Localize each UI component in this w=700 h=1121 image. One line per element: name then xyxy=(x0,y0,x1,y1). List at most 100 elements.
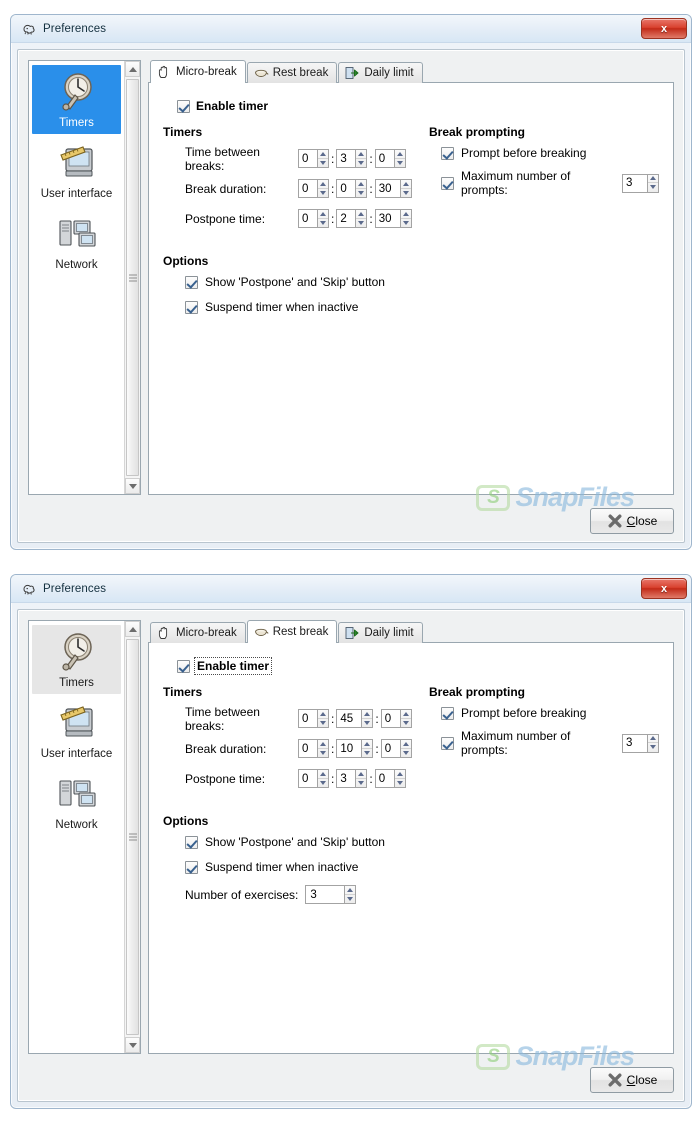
prompt-before-breaking-checkbox[interactable] xyxy=(441,706,454,720)
hours-value[interactable]: 0 xyxy=(298,179,318,198)
stepper-buttons[interactable] xyxy=(356,149,368,168)
scroll-down-button[interactable] xyxy=(125,1037,140,1053)
sidebar-item-network[interactable]: Network xyxy=(32,207,121,276)
time-between-breaks-seconds-stepper[interactable]: 0 xyxy=(380,709,412,728)
minutes-value[interactable]: 10 xyxy=(336,739,363,758)
stepper-buttons[interactable] xyxy=(400,709,412,728)
seconds-value[interactable]: 30 xyxy=(374,209,401,228)
seconds-value[interactable]: 0 xyxy=(374,149,395,168)
time-between-breaks-hours-stepper[interactable]: 0 xyxy=(298,709,329,728)
postpone-time-minutes-stepper[interactable]: 3 xyxy=(336,769,368,788)
seconds-value[interactable]: 0 xyxy=(380,709,401,728)
stepper-buttons[interactable] xyxy=(394,149,406,168)
maximum-number-of-prompts-row[interactable]: Maximum number of prompts: 3 xyxy=(441,169,659,197)
time-between-breaks-minutes-stepper[interactable]: 3 xyxy=(336,149,368,168)
minutes-value[interactable]: 45 xyxy=(336,709,363,728)
seconds-value[interactable]: 0 xyxy=(380,739,401,758)
stepper-buttons[interactable] xyxy=(362,709,374,728)
minutes-value[interactable]: 0 xyxy=(336,179,357,198)
seconds-value[interactable]: 0 xyxy=(374,769,395,788)
sidebar-item-timers[interactable]: Timers xyxy=(32,625,121,694)
show-postpone-skip-checkbox[interactable] xyxy=(185,275,198,289)
hours-value[interactable]: 0 xyxy=(298,709,318,728)
enable-timer-checkbox[interactable] xyxy=(177,99,190,113)
sidebar-item-user-interface[interactable]: User interface xyxy=(32,696,121,765)
tab-rest-break[interactable]: Rest break xyxy=(246,62,338,83)
stepper-buttons[interactable] xyxy=(394,769,406,788)
scrollbar-thumb[interactable] xyxy=(126,639,139,1035)
prompt-before-breaking-checkbox[interactable] xyxy=(441,146,454,160)
sidebar-item-timers[interactable]: Timers xyxy=(32,65,121,134)
break-duration-seconds-stepper[interactable]: 30 xyxy=(374,179,412,198)
seconds-value[interactable]: 30 xyxy=(374,179,401,198)
close-button[interactable]: Close xyxy=(590,508,674,534)
show-postpone-skip-checkbox[interactable] xyxy=(185,835,198,849)
break-duration-seconds-stepper[interactable]: 0 xyxy=(380,739,412,758)
maximum-number-of-prompts-stepper[interactable]: 3 xyxy=(622,733,659,753)
stepper-buttons[interactable] xyxy=(400,739,412,758)
stepper-buttons[interactable] xyxy=(400,179,412,198)
hours-value[interactable]: 0 xyxy=(298,209,318,228)
stepper-buttons[interactable] xyxy=(345,885,357,904)
scroll-up-button[interactable] xyxy=(125,61,140,77)
tab-daily-limit[interactable]: Daily limit xyxy=(338,622,423,643)
maximum-number-of-prompts-row[interactable]: Maximum number of prompts: 3 xyxy=(441,729,659,757)
minutes-value[interactable]: 2 xyxy=(336,209,357,228)
stepper-buttons[interactable] xyxy=(648,173,659,193)
max-prompts-value[interactable]: 3 xyxy=(622,733,648,753)
hours-value[interactable]: 0 xyxy=(298,739,318,758)
break-duration-hours-stepper[interactable]: 0 xyxy=(298,739,329,758)
stepper-buttons[interactable] xyxy=(318,179,329,198)
break-duration-minutes-stepper[interactable]: 0 xyxy=(336,179,368,198)
sidebar-item-network[interactable]: Network xyxy=(32,767,121,836)
prompt-before-breaking-row[interactable]: Prompt before breaking xyxy=(441,146,659,160)
stepper-buttons[interactable] xyxy=(400,209,412,228)
tab-daily-limit[interactable]: Daily limit xyxy=(338,62,423,83)
tab-micro-break[interactable]: Micro-break xyxy=(150,622,246,643)
time-between-breaks-seconds-stepper[interactable]: 0 xyxy=(374,149,406,168)
show-postpone-skip-row[interactable]: Show 'Postpone' and 'Skip' button xyxy=(185,275,659,289)
postpone-time-minutes-stepper[interactable]: 2 xyxy=(336,209,368,228)
sidebar-scrollbar[interactable] xyxy=(124,61,140,494)
maximum-number-of-prompts-stepper[interactable]: 3 xyxy=(622,173,659,193)
enable-timer-row[interactable]: Enable timer xyxy=(177,657,659,675)
scroll-down-button[interactable] xyxy=(125,478,140,494)
show-postpone-skip-row[interactable]: Show 'Postpone' and 'Skip' button xyxy=(185,835,659,849)
stepper-buttons[interactable] xyxy=(356,769,368,788)
suspend-timer-inactive-row[interactable]: Suspend timer when inactive xyxy=(185,860,659,874)
postpone-time-seconds-stepper[interactable]: 0 xyxy=(374,769,406,788)
stepper-buttons[interactable] xyxy=(362,739,374,758)
stepper-buttons[interactable] xyxy=(648,733,659,753)
number-of-exercises-stepper[interactable]: 3 xyxy=(305,885,357,904)
prompt-before-breaking-row[interactable]: Prompt before breaking xyxy=(441,706,659,720)
scrollbar-track[interactable] xyxy=(125,637,140,1037)
minutes-value[interactable]: 3 xyxy=(336,769,357,788)
stepper-buttons[interactable] xyxy=(356,179,368,198)
scrollbar-thumb[interactable] xyxy=(126,79,139,476)
tab-micro-break[interactable]: Micro-break xyxy=(150,60,246,83)
break-duration-hours-stepper[interactable]: 0 xyxy=(298,179,329,198)
sidebar-item-user-interface[interactable]: User interface xyxy=(32,136,121,205)
hours-value[interactable]: 0 xyxy=(298,149,318,168)
tab-rest-break[interactable]: Rest break xyxy=(246,620,338,643)
scrollbar-track[interactable] xyxy=(125,77,140,478)
stepper-buttons[interactable] xyxy=(318,209,329,228)
hours-value[interactable]: 0 xyxy=(298,769,318,788)
maximum-number-of-prompts-checkbox[interactable] xyxy=(441,736,454,750)
stepper-buttons[interactable] xyxy=(318,149,329,168)
close-button[interactable]: Close xyxy=(590,1067,674,1093)
scroll-up-button[interactable] xyxy=(125,621,140,637)
postpone-time-hours-stepper[interactable]: 0 xyxy=(298,209,329,228)
break-duration-minutes-stepper[interactable]: 10 xyxy=(336,739,374,758)
postpone-time-hours-stepper[interactable]: 0 xyxy=(298,769,329,788)
max-prompts-value[interactable]: 3 xyxy=(622,173,648,193)
stepper-buttons[interactable] xyxy=(356,209,368,228)
stepper-buttons[interactable] xyxy=(318,769,329,788)
enable-timer-row[interactable]: Enable timer xyxy=(177,99,659,113)
minutes-value[interactable]: 3 xyxy=(336,149,357,168)
maximum-number-of-prompts-checkbox[interactable] xyxy=(441,176,454,190)
time-between-breaks-hours-stepper[interactable]: 0 xyxy=(298,149,329,168)
suspend-timer-inactive-checkbox[interactable] xyxy=(185,300,198,314)
titlebar-close-button[interactable]: x xyxy=(641,578,687,599)
stepper-buttons[interactable] xyxy=(318,709,329,728)
